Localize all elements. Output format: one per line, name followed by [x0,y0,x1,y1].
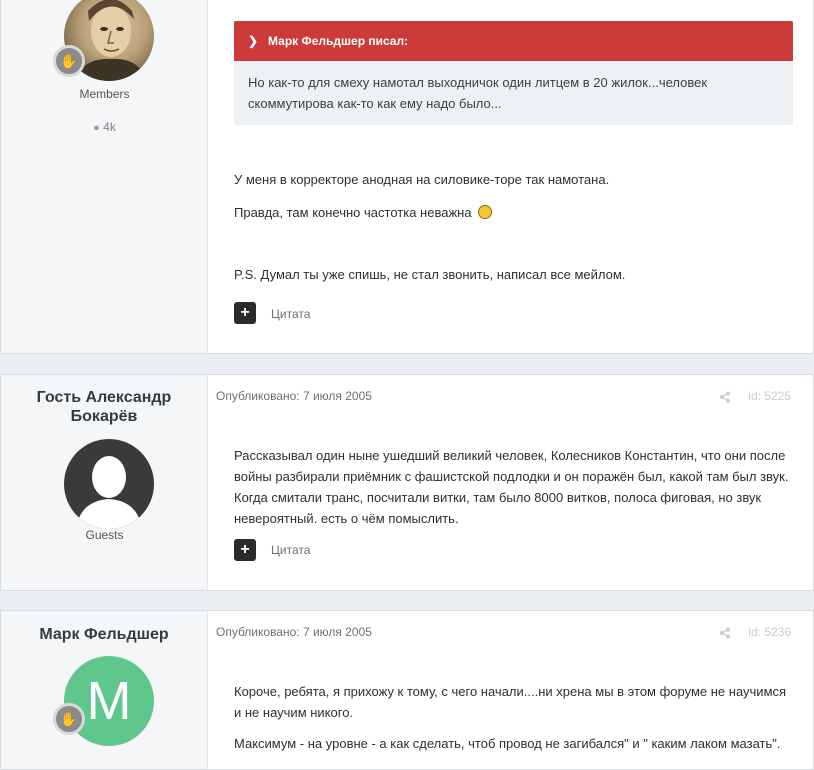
post-paragraph: Короче, ребята, я прихожу к тому, с чего… [234,684,787,720]
post-content: Опубликовано: 7 июля 2005 id: 5225 Расск… [208,375,813,590]
post-paragraph: Рассказывал один ныне ушедший великий че… [234,448,789,526]
quote-button[interactable]: Цитата [271,307,310,321]
post-2: Гость Александр Бокарёв Guests Опубликов… [0,374,814,591]
share-icon[interactable] [719,391,731,406]
quote-header[interactable]: ❯ Марк Фельдшер писал: [234,21,793,61]
rank-badge: ✋ [53,45,85,77]
quote-button[interactable]: Цитата [271,543,310,557]
post-paragraph: Максимум - на уровне - а как сделать, чт… [234,736,781,751]
post-id[interactable]: id: 5236 [748,625,791,639]
member-group: Members [79,87,130,101]
hand-icon: ✋ [60,710,78,727]
post-content: Опубликовано: 7 июля 2005 id: 5236 Короч… [208,611,813,769]
author-name[interactable]: Гость Александр Бокарёв [1,375,207,426]
post-id[interactable]: id: 5225 [748,389,791,403]
post-paragraph-text: Правда, там конечно частотка неважна [234,205,472,220]
author-panel: ✋ Members ● 4k [1,0,208,353]
post-paragraph: P.S. Думал ты уже спишь, не стал звонить… [234,267,626,282]
author-name[interactable]: Марк Фельдшер [1,611,207,644]
multiquote-button[interactable]: + [234,302,256,324]
rank-badge: ✋ [53,703,85,735]
quote-block: ❯ Марк Фельдшер писал: Но как-то для сме… [234,21,793,125]
posts-count-value: 4k [103,120,116,134]
avatar-letter: M [86,671,132,731]
share-icon[interactable] [719,627,731,642]
post-paragraph: У меня в корректоре анодная на силовике-… [234,172,610,187]
hand-icon: ✋ [60,52,78,69]
quote-text: Но как-то для смеху намотал выходничок о… [248,75,708,111]
author-panel: Гость Александр Бокарёв Guests [1,375,208,590]
default-user-icon [76,456,142,529]
post-content: ❯ Марк Фельдшер писал: Но как-то для сме… [208,0,813,353]
avatar[interactable] [64,439,154,529]
author-panel: Марк Фельдшер M ✋ [1,611,208,769]
post-date: Опубликовано: 7 июля 2005 [216,625,372,639]
post-1: ✋ Members ● 4k ❯ Марк Фельдшер писал: Но… [0,0,814,354]
posts-count: ● 4k [1,120,208,134]
chevron-down-icon: ❯ [248,34,259,48]
post-date: Опубликовано: 7 июля 2005 [216,389,372,403]
member-group: Guests [85,528,124,542]
smiley-icon [478,205,493,219]
quote-author: Марк Фельдшер писал: [268,34,409,48]
post-paragraph: Правда, там конечно частотка неважна [234,202,793,223]
multiquote-button[interactable]: + [234,539,256,561]
post-3: Марк Фельдшер M ✋ Опубликовано: 7 июля 2… [0,610,814,770]
comment-icon: ● [93,122,100,134]
